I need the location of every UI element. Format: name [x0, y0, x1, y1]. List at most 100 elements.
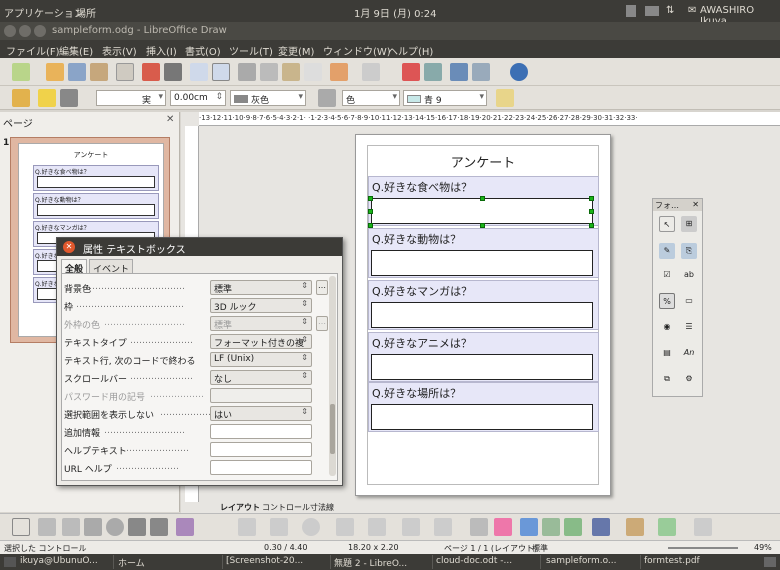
taskbar-item[interactable]: cloud-doc.odt -...: [436, 556, 526, 566]
background-color-select[interactable]: 標準 ⇕: [210, 280, 312, 295]
text-tool-icon[interactable]: [128, 518, 146, 536]
callout-icon[interactable]: [150, 518, 168, 536]
taskbar-item[interactable]: sampleform.o...: [546, 556, 636, 566]
menu-help[interactable]: ヘルプ(H): [388, 43, 433, 58]
arrow-line-icon[interactable]: [62, 518, 80, 536]
zoom-slider[interactable]: [668, 547, 738, 549]
answer-textbox[interactable]: [371, 404, 593, 430]
save-icon[interactable]: [68, 63, 86, 81]
cut-icon[interactable]: [238, 63, 256, 81]
tab-general[interactable]: 全般: [61, 259, 88, 275]
stars-icon[interactable]: [434, 518, 452, 536]
menu-file[interactable]: ファイル(F): [6, 43, 60, 58]
text-field-icon[interactable]: ab: [681, 267, 697, 283]
shadow-tool-icon[interactable]: [694, 518, 712, 536]
taskbar-item[interactable]: [Screenshot-20...: [226, 556, 326, 566]
list-box-icon[interactable]: ☰: [681, 319, 697, 335]
help-text-input[interactable]: [210, 442, 312, 457]
arrange-icon[interactable]: [658, 518, 676, 536]
menu-insert[interactable]: 挿入(I): [146, 43, 177, 58]
formatted-field-icon[interactable]: %: [659, 293, 675, 309]
selection-handle[interactable]: [480, 223, 485, 228]
tab-events[interactable]: イベント: [89, 259, 134, 275]
more-button[interactable]: …: [316, 280, 328, 295]
zoom-level[interactable]: 49%: [754, 543, 772, 552]
close-window-button[interactable]: [4, 25, 16, 37]
answer-textbox[interactable]: [371, 302, 593, 328]
insert-object-icon[interactable]: [424, 63, 442, 81]
export-pdf-icon[interactable]: [142, 63, 160, 81]
lines-arrows-icon[interactable]: [238, 518, 256, 536]
rectangle-icon[interactable]: [84, 518, 102, 536]
control-wizard-icon[interactable]: ⎘: [681, 243, 697, 259]
selection-handle[interactable]: [368, 209, 373, 214]
points-icon[interactable]: [470, 518, 488, 536]
selection-handle[interactable]: [480, 196, 485, 201]
dialog-scrollbar[interactable]: [329, 276, 336, 476]
redo-icon[interactable]: [362, 63, 380, 81]
trash-icon[interactable]: [764, 557, 776, 567]
new-document-icon[interactable]: [12, 63, 30, 81]
selection-handle[interactable]: [589, 196, 594, 201]
taskbar-item[interactable]: ホーム: [118, 556, 208, 569]
circles-icon[interactable]: [302, 518, 320, 536]
close-icon[interactable]: ✕: [63, 241, 75, 253]
border-select[interactable]: 3D ルック ⇕: [210, 298, 312, 313]
selection-handle[interactable]: [368, 223, 373, 228]
shadow-icon[interactable]: [496, 89, 514, 107]
open-folder-icon[interactable]: [46, 63, 64, 81]
tab-layout[interactable]: レイアウト: [220, 502, 260, 513]
fontwork-icon[interactable]: [520, 518, 538, 536]
navigator-icon[interactable]: [450, 63, 468, 81]
alignment-icon[interactable]: [626, 518, 644, 536]
answer-textbox[interactable]: [371, 250, 593, 276]
line-end-select[interactable]: LF (Unix) ⇕: [210, 352, 312, 367]
taskbar-item[interactable]: formtest.pdf: [644, 556, 734, 566]
help-url-input[interactable]: [210, 460, 312, 475]
text-type-select[interactable]: フォーマット付きの複 ⇕: [210, 334, 312, 349]
palette-titlebar[interactable]: フォ… ✕: [653, 199, 702, 211]
push-button-icon[interactable]: ▭: [681, 293, 697, 309]
combo-box-icon[interactable]: ▤: [659, 345, 675, 361]
print-icon[interactable]: [164, 63, 182, 81]
from-file-icon[interactable]: [542, 518, 560, 536]
selection-handle[interactable]: [368, 196, 373, 201]
menu-tools[interactable]: ツール(T): [229, 43, 273, 58]
line-tool-icon[interactable]: [38, 518, 56, 536]
styles-icon[interactable]: [12, 89, 30, 107]
line-width-input[interactable]: 0.00cm ⇕: [170, 90, 226, 106]
label-field-icon[interactable]: An: [681, 345, 697, 361]
menu-modify[interactable]: 変更(M): [278, 43, 314, 58]
select-icon[interactable]: [12, 518, 30, 536]
clone-formatting-icon[interactable]: [304, 63, 322, 81]
selection-handle[interactable]: [589, 223, 594, 228]
minimize-window-button[interactable]: [19, 25, 31, 37]
places-menu[interactable]: 場所: [76, 5, 96, 20]
callouts-icon[interactable]: [402, 518, 420, 536]
line-icon[interactable]: [38, 89, 56, 107]
undo-icon[interactable]: [330, 63, 348, 81]
copy-icon[interactable]: [260, 63, 278, 81]
horizontal-ruler[interactable]: ·13·12·11·10·9·8·7·6·5·4·3·2·1· ·1·2·3·4…: [199, 112, 780, 126]
scrollbar-select[interactable]: なし ⇕: [210, 370, 312, 385]
keyboard-icon[interactable]: [645, 6, 659, 16]
checkbox-icon[interactable]: ☑: [659, 267, 675, 283]
arrow-style-icon[interactable]: [60, 89, 78, 107]
selection-handle[interactable]: [589, 209, 594, 214]
help-icon[interactable]: [510, 63, 528, 81]
tab-dimension-lines[interactable]: 寸法線: [310, 502, 334, 513]
clock[interactable]: 1月 9日 (月) 0:24: [354, 5, 437, 20]
design-mode-icon[interactable]: ⊞: [681, 216, 697, 232]
trash-icon[interactable]: [626, 5, 636, 17]
answer-textbox[interactable]: [371, 354, 593, 380]
maximize-window-button[interactable]: [34, 25, 46, 37]
radio-button-icon[interactable]: ◉: [659, 319, 675, 335]
export-icon[interactable]: [90, 63, 108, 81]
form-navigator-icon[interactable]: ⚙: [681, 371, 697, 387]
additional-info-input[interactable]: [210, 424, 312, 439]
rectangles-icon[interactable]: [270, 518, 288, 536]
line-style-select[interactable]: 実 ▾: [96, 90, 166, 106]
mail-icon[interactable]: ✉: [688, 5, 696, 16]
close-icon[interactable]: ✕: [692, 200, 699, 209]
network-icon[interactable]: ⇅: [666, 5, 674, 16]
